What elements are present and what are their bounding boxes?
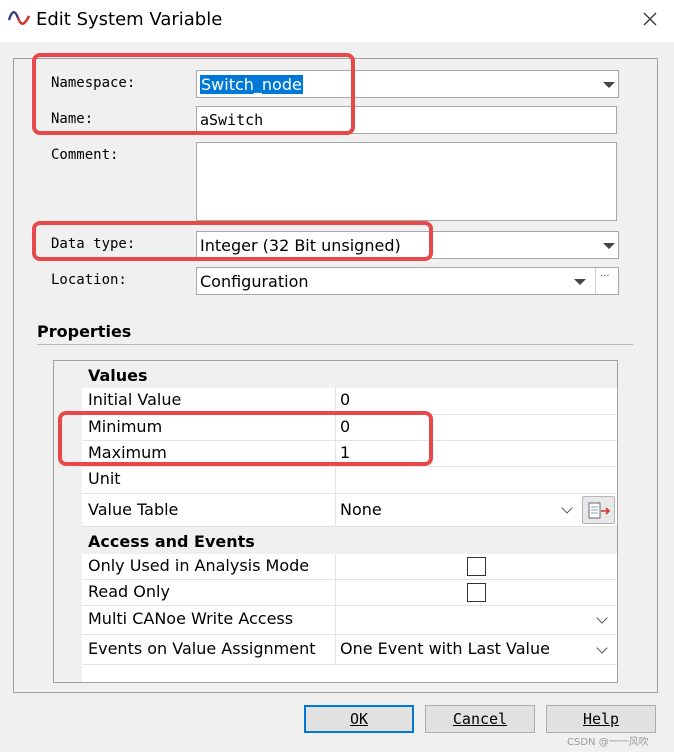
title-bar: Edit System Variable bbox=[0, 0, 674, 42]
dropdown-arrow-icon[interactable] bbox=[603, 243, 615, 249]
namespace-label: Namespace: bbox=[51, 75, 136, 91]
property-row-value-table[interactable]: Value Table None bbox=[82, 494, 617, 527]
ok-button-label: OK bbox=[349, 710, 369, 728]
property-row-minimum[interactable]: Minimum 0 bbox=[82, 415, 617, 441]
help-button-label: Help bbox=[582, 710, 620, 728]
browse-button[interactable]: ··· bbox=[600, 271, 610, 282]
property-key: Unit bbox=[88, 469, 121, 488]
name-value: aSwitch bbox=[200, 111, 264, 129]
property-value[interactable]: 1 bbox=[340, 443, 350, 462]
namespace-value: Switch_node bbox=[200, 75, 303, 94]
property-row-read-only[interactable]: Read Only bbox=[82, 580, 617, 606]
comment-label: Comment: bbox=[51, 147, 119, 163]
datatype-combobox[interactable]: Integer (32 Bit unsigned) bbox=[196, 231, 619, 259]
value-table-edit-button[interactable] bbox=[582, 496, 615, 524]
property-row-events[interactable]: Events on Value Assignment One Event wit… bbox=[82, 635, 617, 665]
property-row-unit[interactable]: Unit bbox=[82, 467, 617, 494]
group-values-label: Values bbox=[88, 366, 148, 385]
value-table-icon bbox=[588, 502, 611, 519]
ok-button[interactable]: OK bbox=[304, 705, 414, 733]
namespace-combobox[interactable]: Switch_node bbox=[196, 70, 619, 98]
property-value[interactable]: None bbox=[340, 500, 382, 519]
close-icon bbox=[642, 11, 658, 31]
dropdown-arrow-icon[interactable] bbox=[574, 279, 586, 285]
location-value: Configuration bbox=[200, 272, 309, 291]
property-key: Value Table bbox=[88, 500, 179, 519]
properties-title: Properties bbox=[37, 322, 132, 341]
property-key: Multi CANoe Write Access bbox=[88, 609, 294, 628]
property-key: Initial Value bbox=[88, 390, 182, 409]
section-divider bbox=[37, 344, 633, 345]
read-only-checkbox[interactable] bbox=[467, 583, 486, 602]
cancel-button[interactable]: Cancel bbox=[425, 705, 535, 733]
watermark: CSDN @一一风吹 bbox=[567, 737, 649, 748]
location-combobox[interactable]: Configuration ··· bbox=[196, 267, 619, 295]
datatype-value: Integer (32 Bit unsigned) bbox=[200, 236, 401, 255]
property-key: Minimum bbox=[88, 417, 163, 436]
name-input[interactable]: aSwitch bbox=[196, 106, 617, 134]
property-value[interactable]: 0 bbox=[340, 417, 350, 436]
chevron-down-icon[interactable] bbox=[596, 642, 608, 654]
dropdown-arrow-icon[interactable] bbox=[603, 82, 615, 88]
property-row-analysis-mode[interactable]: Only Used in Analysis Mode bbox=[82, 554, 617, 580]
analysis-mode-checkbox[interactable] bbox=[467, 557, 486, 576]
comment-textarea[interactable] bbox=[196, 142, 617, 221]
properties-grid: Values Initial Value 0 Minimum 0 Maximum… bbox=[53, 360, 618, 683]
location-label: Location: bbox=[51, 272, 127, 288]
chevron-down-icon[interactable] bbox=[596, 612, 608, 624]
grid-sidebar bbox=[54, 361, 82, 682]
name-label: Name: bbox=[51, 111, 94, 127]
cancel-button-label: Cancel bbox=[452, 710, 508, 728]
property-row-maximum[interactable]: Maximum 1 bbox=[82, 441, 617, 467]
group-access-label: Access and Events bbox=[88, 532, 255, 551]
property-value[interactable]: One Event with Last Value bbox=[340, 639, 550, 658]
property-key: Maximum bbox=[88, 443, 167, 462]
sine-wave-icon bbox=[7, 8, 31, 28]
combobox-divider bbox=[595, 268, 596, 294]
window-title: Edit System Variable bbox=[36, 9, 223, 30]
property-key: Read Only bbox=[88, 582, 170, 601]
datatype-label: Data type: bbox=[51, 236, 136, 252]
property-row-initial-value[interactable]: Initial Value 0 bbox=[82, 388, 617, 415]
property-key: Only Used in Analysis Mode bbox=[88, 556, 310, 575]
group-header-values[interactable]: Values bbox=[54, 361, 617, 388]
chevron-down-icon[interactable] bbox=[561, 502, 573, 514]
help-button[interactable]: Help bbox=[546, 705, 656, 733]
property-key: Events on Value Assignment bbox=[88, 639, 316, 658]
close-button[interactable] bbox=[626, 0, 674, 42]
group-header-access[interactable]: Access and Events bbox=[54, 527, 617, 554]
property-value[interactable]: 0 bbox=[340, 390, 350, 409]
property-row-multi-write[interactable]: Multi CANoe Write Access bbox=[82, 606, 617, 635]
